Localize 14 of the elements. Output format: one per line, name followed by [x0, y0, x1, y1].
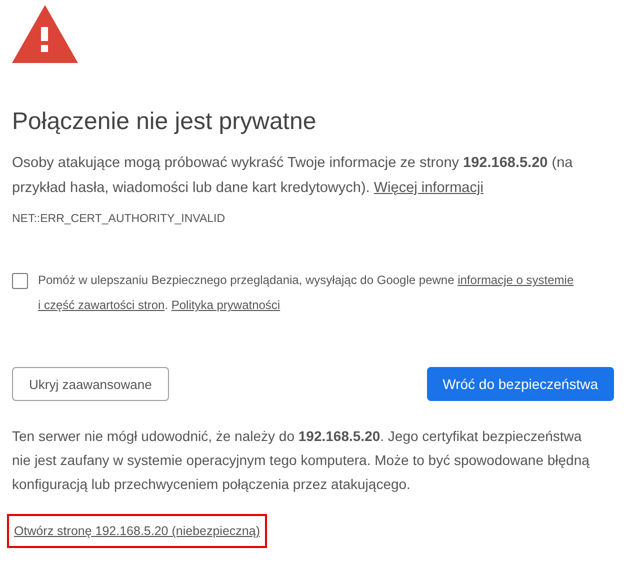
link[interactable]: i część zawartości stron — [38, 298, 165, 312]
hide-advanced-button[interactable]: Ukryj zaawansowane — [12, 367, 169, 402]
link[interactable]: Polityka prywatności — [171, 298, 280, 312]
details-paragraph: Ten serwer nie mógł udowodnić, że należy do 192.168.5.20. Jego certyfikat bezpieczeństwa nie jest zaufany w systemie operacyjnym tego komputera. Może to być spowodowane błędną konfiguracją lub przechwyceniem połączenia przez atakującego. — [12, 427, 590, 494]
warning-icon — [12, 5, 78, 63]
back-to-safety-button[interactable]: Wróć do bezpieczeństwa — [426, 367, 614, 402]
page-title: Połączenie nie jest prywatne — [12, 107, 318, 137]
link[interactable]: Więcej informacji — [374, 180, 484, 196]
paragraph: Osoby atakujące mogą próbować wykraść Twoje informacje ze strony 192.168.5.20 (na przykład hasła, wiadomości lub dane kart kredytowych). Więcej informacji — [12, 154, 574, 198]
checkbox[interactable] — [12, 273, 28, 290]
error-code: NET::ERR_CERT_AUTHORITY_INVALID — [12, 212, 226, 227]
link[interactable]: informacje o systemie — [458, 273, 574, 288]
paragraph: Pomóż w ulepszaniu Bezpiecznego przeglądania, wysyłając do Google pewne informacje o systemie i część zawartości stron. Polityka prywatności — [38, 272, 575, 314]
proceed-link[interactable]: Otwórz stronę 192.168.5.20 (niebezpieczną) — [14, 524, 260, 538]
